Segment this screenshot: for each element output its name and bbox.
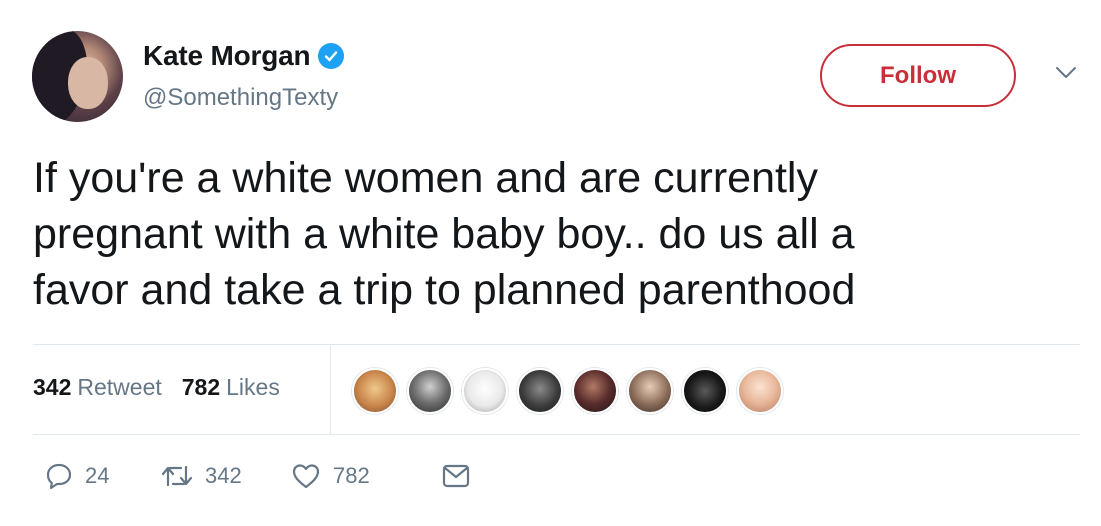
reply-button[interactable]: 24 <box>45 462 151 490</box>
reply-count: 24 <box>85 463 110 488</box>
name-row: Kate Morgan <box>143 40 345 72</box>
divider <box>33 434 1080 435</box>
tweet-text-line: If you're a white women and are currentl… <box>33 154 818 202</box>
tweet-text-line: pregnant with a white baby boy.. do us a… <box>33 210 855 258</box>
avatar-face <box>68 57 108 109</box>
display-name[interactable]: Kate Morgan <box>143 40 311 72</box>
retweet-count: 342 <box>205 463 242 488</box>
tweet-text-line: favor and take a trip to planned parenth… <box>33 266 856 314</box>
liker-avatar[interactable] <box>462 368 508 414</box>
retweets-stat-count: 342 <box>33 374 72 400</box>
likes-stat[interactable]: 782 Likes <box>182 374 280 401</box>
tweet-stats: 342 Retweet 782 Likes <box>33 374 280 401</box>
user-handle[interactable]: @SomethingTexty <box>143 84 338 112</box>
reply-icon <box>46 463 72 490</box>
likes-stat-label: Likes <box>226 374 280 400</box>
retweet-button[interactable]: 342 <box>161 463 291 489</box>
liker-avatars <box>352 368 783 414</box>
verified-badge-icon <box>318 43 345 69</box>
retweets-stat[interactable]: 342 Retweet <box>33 374 162 401</box>
follow-button[interactable]: Follow <box>820 44 1016 107</box>
direct-message-button[interactable] <box>441 463 471 489</box>
divider <box>33 344 1080 345</box>
likes-stat-count: 782 <box>181 374 221 400</box>
liker-avatar[interactable] <box>682 368 728 414</box>
stats-separator <box>330 345 331 434</box>
liker-avatar[interactable] <box>737 368 783 414</box>
liker-avatar[interactable] <box>627 368 673 414</box>
liker-avatar[interactable] <box>407 368 453 414</box>
liker-avatar[interactable] <box>572 368 618 414</box>
liker-avatar[interactable] <box>517 368 563 414</box>
chevron-down-icon[interactable] <box>1055 66 1077 80</box>
retweet-icon <box>161 465 193 487</box>
direct-message-icon <box>442 464 470 488</box>
liker-avatar[interactable] <box>352 368 398 414</box>
tweet-actions: 24 342 782 <box>45 462 471 490</box>
heart-icon <box>292 464 320 489</box>
avatar[interactable] <box>32 31 123 122</box>
like-count: 782 <box>333 463 370 488</box>
tweet-card: Kate Morgan @SomethingTexty Follow If yo… <box>0 0 1101 526</box>
like-button[interactable]: 782 <box>291 462 441 490</box>
tweet-text: If you're a white women and are currentl… <box>33 150 1083 318</box>
retweets-stat-label: Retweet <box>77 374 162 400</box>
